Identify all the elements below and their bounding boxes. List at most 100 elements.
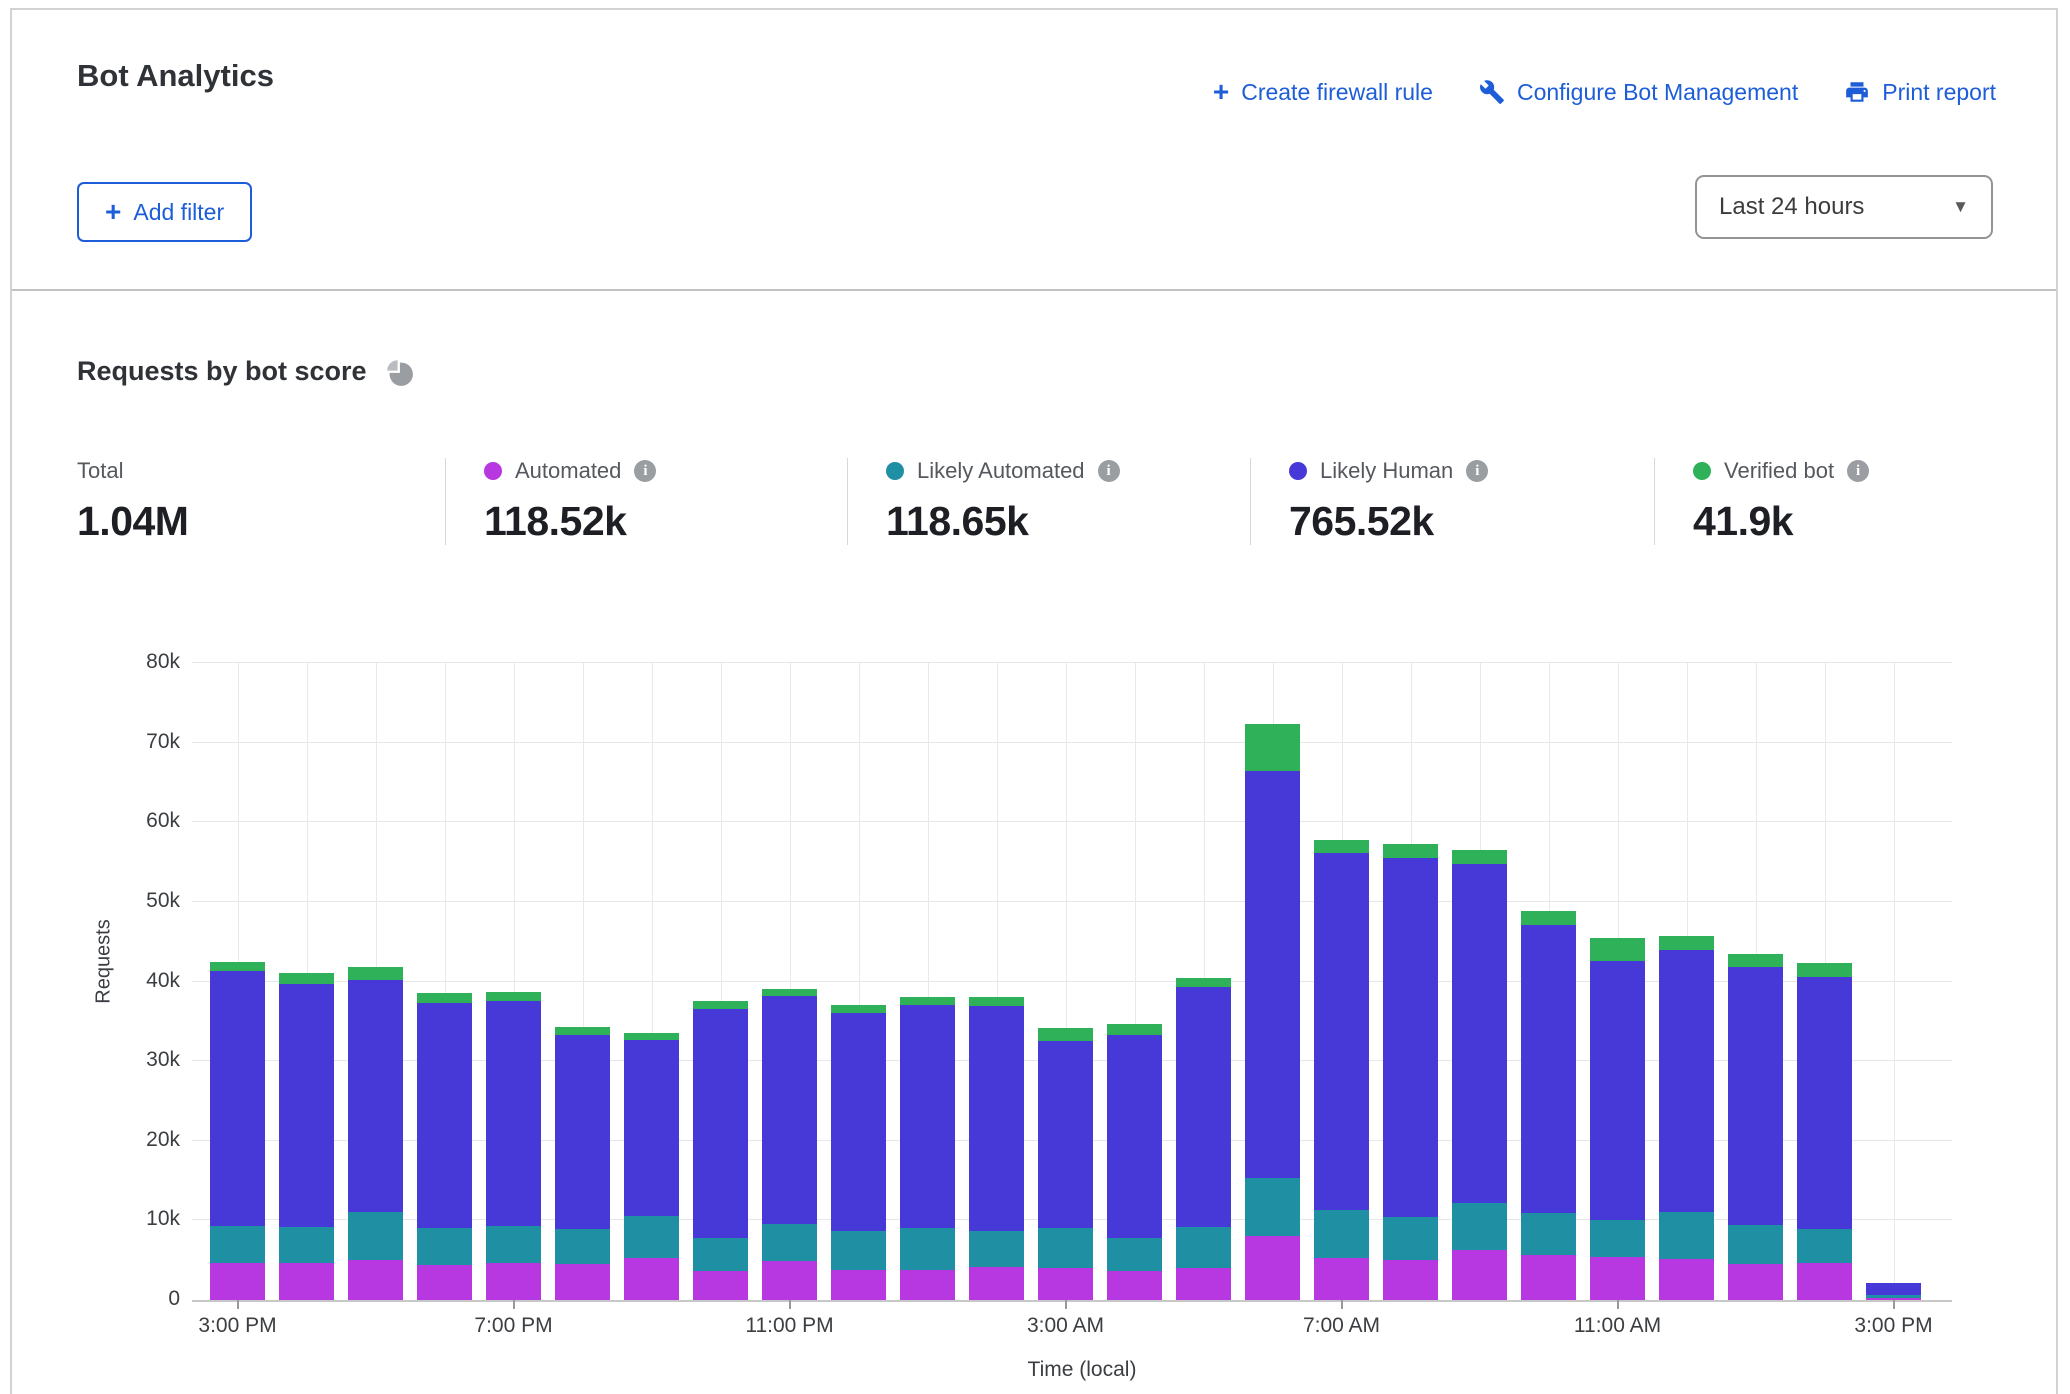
- create-firewall-rule-link[interactable]: + Create firewall rule: [1213, 78, 1433, 106]
- bar-segment-likely-automated: [900, 1228, 955, 1269]
- header-divider: [12, 289, 2056, 291]
- configure-bot-management-link[interactable]: Configure Bot Management: [1479, 79, 1798, 106]
- bar-segment-likely-human: [1383, 858, 1438, 1217]
- bar-segment-likely-human: [693, 1009, 748, 1238]
- stat-total-value: 1.04M: [77, 498, 445, 545]
- bar-segment-likely-human: [900, 1005, 955, 1228]
- page-title: Bot Analytics: [77, 58, 274, 94]
- info-icon[interactable]: i: [1098, 460, 1120, 482]
- stacked-bar-hour-14[interactable]: [1176, 978, 1231, 1300]
- x-tick: [1341, 1300, 1343, 1309]
- print-report-link[interactable]: Print report: [1844, 79, 1996, 106]
- x-tick: [237, 1300, 239, 1309]
- bar-segment-likely-human: [1245, 771, 1300, 1178]
- bar-segment-likely-automated: [1797, 1229, 1852, 1263]
- bar-segment-verified-bot: [1797, 963, 1852, 977]
- bar-segment-verified-bot: [624, 1033, 679, 1040]
- y-gridline: [192, 901, 1952, 902]
- y-tick-label: 30k: [110, 1048, 180, 1072]
- bar-segment-automated: [1383, 1260, 1438, 1300]
- y-tick-label: 70k: [110, 730, 180, 754]
- stacked-bar-hour-20[interactable]: [1590, 938, 1645, 1300]
- bar-segment-likely-human: [279, 984, 334, 1227]
- bar-segment-verified-bot: [348, 967, 403, 980]
- info-icon[interactable]: i: [1847, 460, 1869, 482]
- y-tick-label: 40k: [110, 969, 180, 993]
- x-tick: [513, 1300, 515, 1309]
- stacked-bar-hour-13[interactable]: [1107, 1024, 1162, 1300]
- stacked-bar-hour-10[interactable]: [900, 997, 955, 1300]
- stat-likely-human-value: 765.52k: [1289, 498, 1654, 545]
- stacked-bar-hour-17[interactable]: [1383, 844, 1438, 1300]
- stacked-bar-hour-3[interactable]: [417, 993, 472, 1300]
- x-axis-title: Time (local): [972, 1358, 1192, 1382]
- bar-segment-verified-bot: [417, 993, 472, 1003]
- info-icon[interactable]: i: [1466, 460, 1488, 482]
- bar-segment-likely-human: [831, 1013, 886, 1231]
- stat-automated-label: Automated: [515, 458, 621, 484]
- stat-automated: Automated i 118.52k: [445, 458, 847, 545]
- stats-row: Total 1.04M Automated i 118.52k Likely A…: [77, 458, 1994, 545]
- y-tick-label: 60k: [110, 809, 180, 833]
- bar-segment-verified-bot: [1176, 978, 1231, 988]
- bar-segment-likely-automated: [348, 1212, 403, 1260]
- stat-total: Total 1.04M: [77, 458, 445, 545]
- x-tick: [1893, 1300, 1895, 1309]
- bar-segment-automated: [900, 1270, 955, 1300]
- x-tick-label: 7:00 PM: [434, 1314, 594, 1338]
- bar-segment-likely-human: [1659, 950, 1714, 1211]
- stacked-bar-hour-5[interactable]: [555, 1027, 610, 1300]
- bar-segment-automated: [969, 1267, 1024, 1300]
- stacked-bar-hour-7[interactable]: [693, 1001, 748, 1300]
- stacked-bar-hour-15[interactable]: [1245, 724, 1300, 1300]
- y-gridline: [192, 742, 1952, 743]
- bar-segment-automated: [1245, 1236, 1300, 1300]
- stacked-bar-hour-24[interactable]: [1866, 1283, 1921, 1300]
- time-range-select[interactable]: Last 24 hours ▼: [1695, 175, 1993, 239]
- bar-segment-verified-bot: [279, 973, 334, 984]
- stacked-bar-hour-21[interactable]: [1659, 936, 1714, 1300]
- bar-segment-automated: [486, 1263, 541, 1300]
- bar-segment-verified-bot: [969, 997, 1024, 1006]
- x-tick: [1065, 1300, 1067, 1309]
- bar-segment-verified-bot: [831, 1005, 886, 1013]
- stacked-bar-hour-4[interactable]: [486, 992, 541, 1300]
- stacked-bar-hour-16[interactable]: [1314, 840, 1369, 1300]
- info-icon[interactable]: i: [634, 460, 656, 482]
- stacked-bar-hour-11[interactable]: [969, 997, 1024, 1300]
- stacked-bar-hour-9[interactable]: [831, 1005, 886, 1300]
- bar-segment-likely-human: [1314, 853, 1369, 1210]
- stacked-bar-hour-8[interactable]: [762, 989, 817, 1300]
- verified-bot-dot: [1693, 462, 1711, 480]
- bar-segment-automated: [1314, 1258, 1369, 1300]
- stacked-bar-hour-12[interactable]: [1038, 1028, 1093, 1300]
- header-actions: + Create firewall rule Configure Bot Man…: [1213, 78, 1996, 106]
- add-filter-button[interactable]: + Add filter: [77, 182, 252, 242]
- bar-segment-automated: [1521, 1255, 1576, 1300]
- bar-segment-likely-human: [417, 1003, 472, 1228]
- bar-segment-likely-automated: [1728, 1225, 1783, 1264]
- pie-chart-icon: [385, 358, 413, 386]
- bar-segment-automated: [1866, 1298, 1921, 1300]
- bar-segment-likely-automated: [969, 1231, 1024, 1268]
- stacked-bar-hour-0[interactable]: [210, 962, 265, 1300]
- bar-segment-verified-bot: [210, 962, 265, 972]
- bar-segment-verified-bot: [1590, 938, 1645, 961]
- stat-total-label: Total: [77, 458, 123, 484]
- stacked-bar-hour-6[interactable]: [624, 1033, 679, 1300]
- stacked-bar-hour-19[interactable]: [1521, 911, 1576, 1300]
- bar-segment-verified-bot: [1314, 840, 1369, 854]
- stat-likely-automated: Likely Automated i 118.65k: [847, 458, 1250, 545]
- stacked-bar-hour-1[interactable]: [279, 973, 334, 1300]
- stacked-bar-hour-2[interactable]: [348, 967, 403, 1300]
- bar-segment-automated: [1452, 1250, 1507, 1300]
- create-firewall-rule-label: Create firewall rule: [1241, 79, 1433, 106]
- configure-bot-management-label: Configure Bot Management: [1517, 79, 1798, 106]
- section-title: Requests by bot score: [77, 356, 367, 387]
- stacked-bar-hour-23[interactable]: [1797, 963, 1852, 1300]
- stacked-bar-hour-22[interactable]: [1728, 954, 1783, 1300]
- stacked-bar-hour-18[interactable]: [1452, 850, 1507, 1300]
- add-filter-label: Add filter: [133, 199, 224, 226]
- chevron-down-icon: ▼: [1952, 197, 1969, 217]
- x-tick: [789, 1300, 791, 1309]
